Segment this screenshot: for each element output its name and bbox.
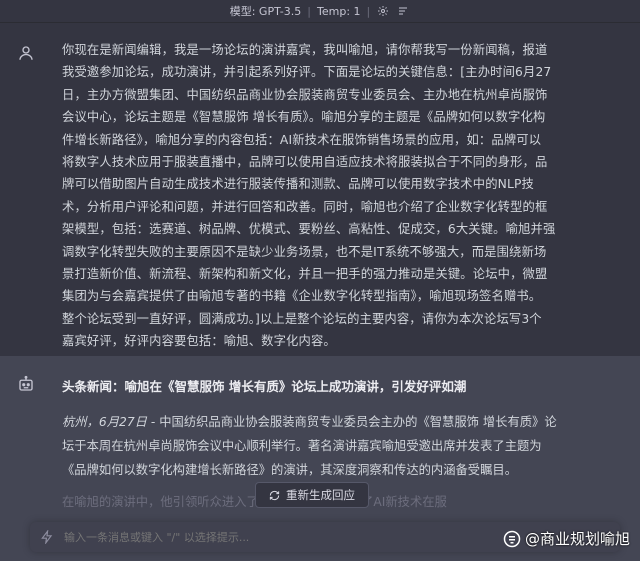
top-bar: 模型: GPT-3.5 | Temp: 1 |: [0, 0, 640, 23]
watermark-text: @商业规划喻旭: [524, 530, 630, 548]
user-line: 术，分析用户评论和问题，并进行回答和改善。同时，喻旭也介绍了企业数字化转型的框: [62, 199, 548, 214]
news-line: 坛于本周在杭州卓尚服饰会议中心顺利举行。著名演讲嘉宾喻旭受邀出席并发表了主题为: [62, 439, 542, 453]
header-separator: |: [307, 4, 311, 18]
user-line: 景打造新价值、新流程、新架构和新文化，并且一把手的强力推动是关键。论坛中，微盟: [62, 267, 548, 282]
user-line: 牌可以借助图片自动生成技术进行服装传播和测款、品牌可以使用数字技术中的NLP技: [62, 177, 535, 192]
regenerate-label: 重新生成回应: [286, 488, 355, 502]
model-label[interactable]: 模型: GPT-3.5: [230, 3, 302, 19]
user-avatar-icon: [16, 43, 36, 63]
refresh-icon: [269, 490, 280, 500]
watermark: @商业规划喻旭: [503, 528, 630, 549]
user-line: 你现在是新闻编辑，我是一场论坛的演讲嘉宾，我叫喻旭，请你帮我写一份新闻稿，报道: [62, 43, 548, 57]
bot-robot-icon: [16, 374, 36, 394]
user-line: 日，主办方微盟集团、中国纺织品商业协会服装商贸专业委员会、主办地在杭州卓尚服饰: [62, 87, 548, 102]
user-line: 会议中心，论坛主题是《智慧服饰 增长有质》。喻旭分享的主题是《品牌如何以数字化构: [62, 110, 546, 125]
user-line: 整个论坛受到一直好评，圆满成功。]以上是整个论坛的主要内容，请你为本次论坛写3个: [62, 311, 542, 326]
temperature-label[interactable]: Temp: 1: [317, 5, 361, 18]
user-line: 件增长新路径》，喻旭分享的内容包括：AI新技术在服饰销售场景的应用，如：品牌可以: [62, 132, 542, 147]
user-line: 嘉宾好评，好评内容要包括：喻旭、数字化内容。: [62, 334, 336, 349]
regenerate-button[interactable]: 重新生成回应: [255, 482, 369, 508]
user-line: 我受邀参加论坛，成功演讲，并引起系列好评。下面是论坛的关键信息：[主办时间6月2…: [62, 65, 552, 80]
user-line: 调数字化转型失败的主要原因不是缺少业务场景，也不是IT系统不够强大，而是围绕新场: [62, 244, 547, 259]
header-separator-2: |: [366, 4, 371, 18]
user-line: 将数字人技术应用于服装直播中，品牌可以使用自适应技术将服装拟合于不同的身形，品: [62, 155, 548, 170]
lightning-prompt-icon[interactable]: [40, 530, 54, 544]
news-body: 杭州，6月27日 - 中国纺织品商业协会服装商贸专业委员会主办的《智慧服饰 增长…: [62, 410, 562, 482]
toutiao-logo-icon: [503, 530, 521, 547]
dateline: 杭州，6月27日: [62, 415, 147, 429]
news-line-1-rest: - 中国纺织品商业协会服装商贸专业委员会主办的《智慧服饰 增长有质》论: [146, 415, 557, 429]
news-headline: 头条新闻：喻旭在《智慧服饰 增长有质》论坛上成功演讲，引发好评如潮: [62, 379, 467, 394]
user-message: 你现在是新闻编辑，我是一场论坛的演讲嘉宾，我叫喻旭，请你帮我写一份新闻稿，报道 …: [0, 23, 640, 356]
user-message-text: 你现在是新闻编辑，我是一场论坛的演讲嘉宾，我叫喻旭，请你帮我写一份新闻稿，报道 …: [62, 39, 562, 353]
format-lines-icon[interactable]: [396, 4, 410, 18]
news-line: 《品牌如何以数字化构建增长新路径》的演讲，其深度洞察和传达的内涵备受瞩目。: [62, 463, 517, 477]
settings-gear-icon[interactable]: [376, 4, 390, 18]
news-line-1: 杭州，6月27日 - 中国纺织品商业协会服装商贸专业委员会主办的《智慧服饰 增长…: [62, 410, 562, 434]
user-line: 集团为与会嘉宾提供了由喻旭专著的书籍《企业数字化转型指南》，喻旭现场签名赠书。: [62, 289, 542, 304]
user-line: 架模型，包括：选赛道、树品牌、优模式、要粉丝、高粘性、促成交，6大关键。喻旭并强: [62, 222, 556, 237]
